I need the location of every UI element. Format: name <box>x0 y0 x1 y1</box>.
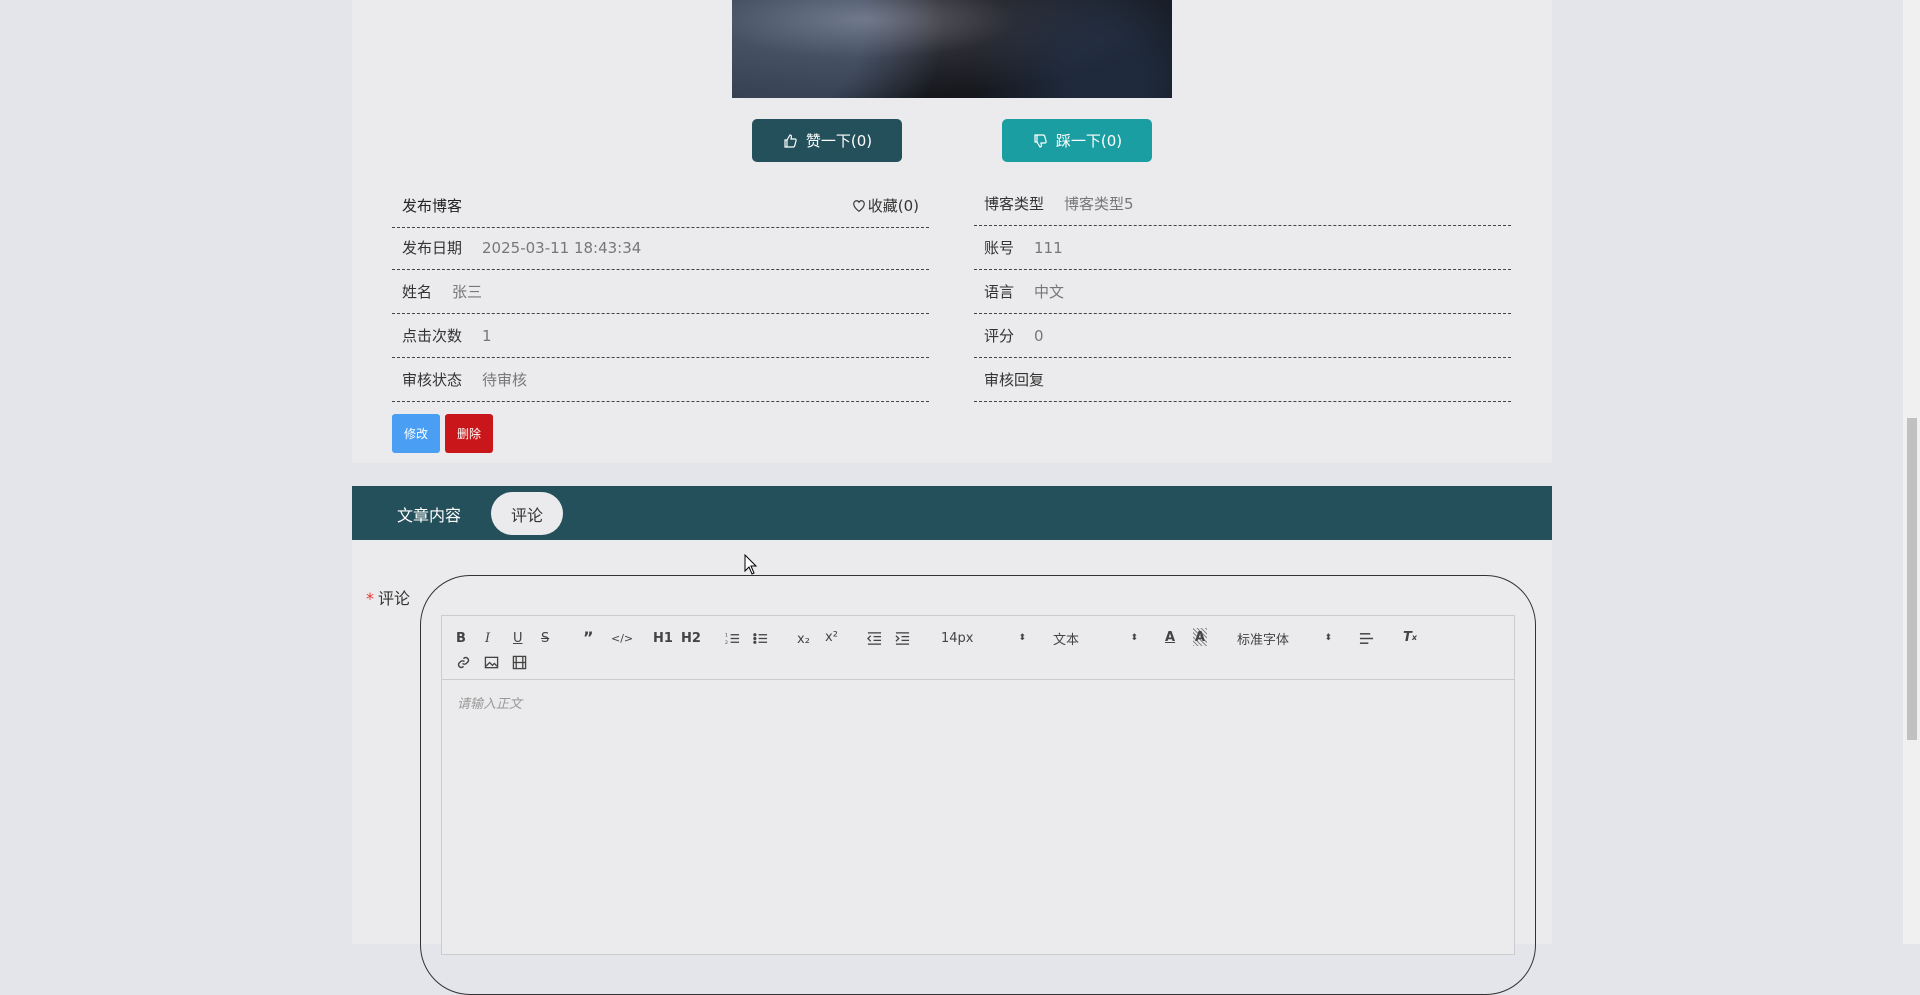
font-size-select[interactable]: 14px ⬍ <box>941 629 1026 647</box>
review-status-value: 待审核 <box>482 371 528 389</box>
favorite-button[interactable]: 收藏(0) <box>852 195 929 216</box>
mouse-cursor-icon <box>744 554 758 575</box>
info-row-review-status: 审核状态 待审核 <box>392 358 929 402</box>
strike-icon[interactable]: S <box>541 629 549 647</box>
code-block-icon[interactable]: </> <box>611 629 633 647</box>
editor-placeholder: 请输入正文 <box>457 697 523 712</box>
tab-comment[interactable]: 评论 <box>491 492 563 535</box>
chevron-updown-icon: ⬍ <box>1324 633 1332 643</box>
header-2-icon[interactable]: H2 <box>681 629 701 647</box>
required-mark: * <box>366 589 374 608</box>
superscript-icon[interactable]: x² <box>825 628 838 646</box>
delete-button[interactable]: 删除 <box>445 414 493 453</box>
edit-button[interactable]: 修改 <box>392 414 440 453</box>
comment-field-label: * 评论 <box>366 585 410 609</box>
image-icon[interactable] <box>484 653 499 671</box>
like-label: 赞一下(0) <box>805 132 873 150</box>
thumbs-down-icon <box>1034 133 1047 148</box>
scrollbar-thumb[interactable] <box>1907 418 1917 740</box>
bullet-list-icon[interactable] <box>753 629 768 647</box>
review-status-label: 审核状态 <box>402 371 463 389</box>
chevron-updown-icon: ⬍ <box>1018 633 1026 643</box>
info-row-publish: 发布博客 收藏(0) <box>392 184 929 228</box>
name-value: 张三 <box>452 283 483 301</box>
align-icon[interactable] <box>1359 629 1374 647</box>
video-icon[interactable] <box>512 653 527 671</box>
text-color-icon[interactable]: A <box>1165 628 1175 646</box>
thumbs-up-icon <box>784 133 797 148</box>
bold-icon[interactable]: B <box>456 629 466 647</box>
info-row-account: 账号 111 <box>974 226 1511 270</box>
ordered-list-icon[interactable]: 12 <box>725 629 740 647</box>
editor-toolbar: B I U S ” </> H1 H2 12 x₂ x² 14px ⬍ 文本 ⬍ A… <box>442 616 1514 680</box>
italic-icon[interactable]: I <box>485 629 490 647</box>
account-label: 账号 <box>984 239 1015 257</box>
font-family-value: 标准字体 <box>1237 632 1290 648</box>
background-color-icon[interactable]: A <box>1193 628 1208 646</box>
dislike-label: 踩一下(0) <box>1055 132 1123 150</box>
score-value: 0 <box>1034 326 1044 345</box>
blog-type-value: 博客类型5 <box>1064 195 1134 213</box>
info-row-name: 姓名 张三 <box>392 270 929 314</box>
info-row-clicks: 点击次数 1 <box>392 314 929 358</box>
heart-icon <box>852 199 865 212</box>
name-label: 姓名 <box>402 283 433 301</box>
info-row-blog-type: 博客类型 博客类型5 <box>974 182 1511 226</box>
clicks-label: 点击次数 <box>402 327 463 345</box>
info-row-score: 评分 0 <box>974 314 1511 358</box>
chevron-updown-icon: ⬍ <box>1130 633 1138 643</box>
info-row-date: 发布日期 2025-03-11 18:43:34 <box>392 226 929 270</box>
language-label: 语言 <box>984 283 1015 301</box>
tab-bar: 文章内容 评论 <box>352 486 1552 540</box>
clicks-value: 1 <box>482 326 492 345</box>
clear-format-icon[interactable]: Tx <box>1403 628 1417 646</box>
publish-blog-label: 发布博客 <box>402 197 463 215</box>
score-label: 评分 <box>984 327 1015 345</box>
comment-label-text: 评论 <box>378 589 411 608</box>
favorite-label: 收藏(0) <box>867 197 919 215</box>
svg-text:1: 1 <box>725 632 728 638</box>
indent-icon[interactable] <box>895 629 910 647</box>
header-select[interactable]: 文本 ⬍ <box>1053 629 1138 648</box>
svg-text:2: 2 <box>725 640 728 646</box>
subscript-icon[interactable]: x₂ <box>797 630 810 648</box>
info-row-language: 语言 中文 <box>974 270 1511 314</box>
review-reply-label: 审核回复 <box>984 371 1045 389</box>
font-family-select[interactable]: 标准字体 ⬍ <box>1237 629 1332 648</box>
underline-icon[interactable]: U <box>513 629 523 647</box>
date-label: 发布日期 <box>402 239 463 257</box>
cover-image <box>732 0 1172 98</box>
language-value: 中文 <box>1034 283 1065 301</box>
outdent-icon[interactable] <box>867 629 882 647</box>
header-1-icon[interactable]: H1 <box>653 629 673 647</box>
info-row-review-reply: 审核回复 <box>974 358 1511 402</box>
page-scrollbar[interactable] <box>1903 0 1920 944</box>
like-button[interactable]: 赞一下(0) <box>752 119 902 162</box>
tab-article-content[interactable]: 文章内容 <box>374 492 484 535</box>
font-size-value: 14px <box>941 630 974 646</box>
rich-text-editor[interactable]: B I U S ” </> H1 H2 12 x₂ x² 14px ⬍ 文本 ⬍ A… <box>441 615 1515 955</box>
date-value: 2025-03-11 18:43:34 <box>482 238 642 257</box>
blockquote-icon[interactable]: ” <box>583 628 594 647</box>
link-icon[interactable] <box>456 653 471 671</box>
dislike-button[interactable]: 踩一下(0) <box>1002 119 1152 162</box>
blog-type-label: 博客类型 <box>984 195 1045 213</box>
account-value: 111 <box>1034 238 1063 257</box>
header-select-value: 文本 <box>1053 632 1080 648</box>
